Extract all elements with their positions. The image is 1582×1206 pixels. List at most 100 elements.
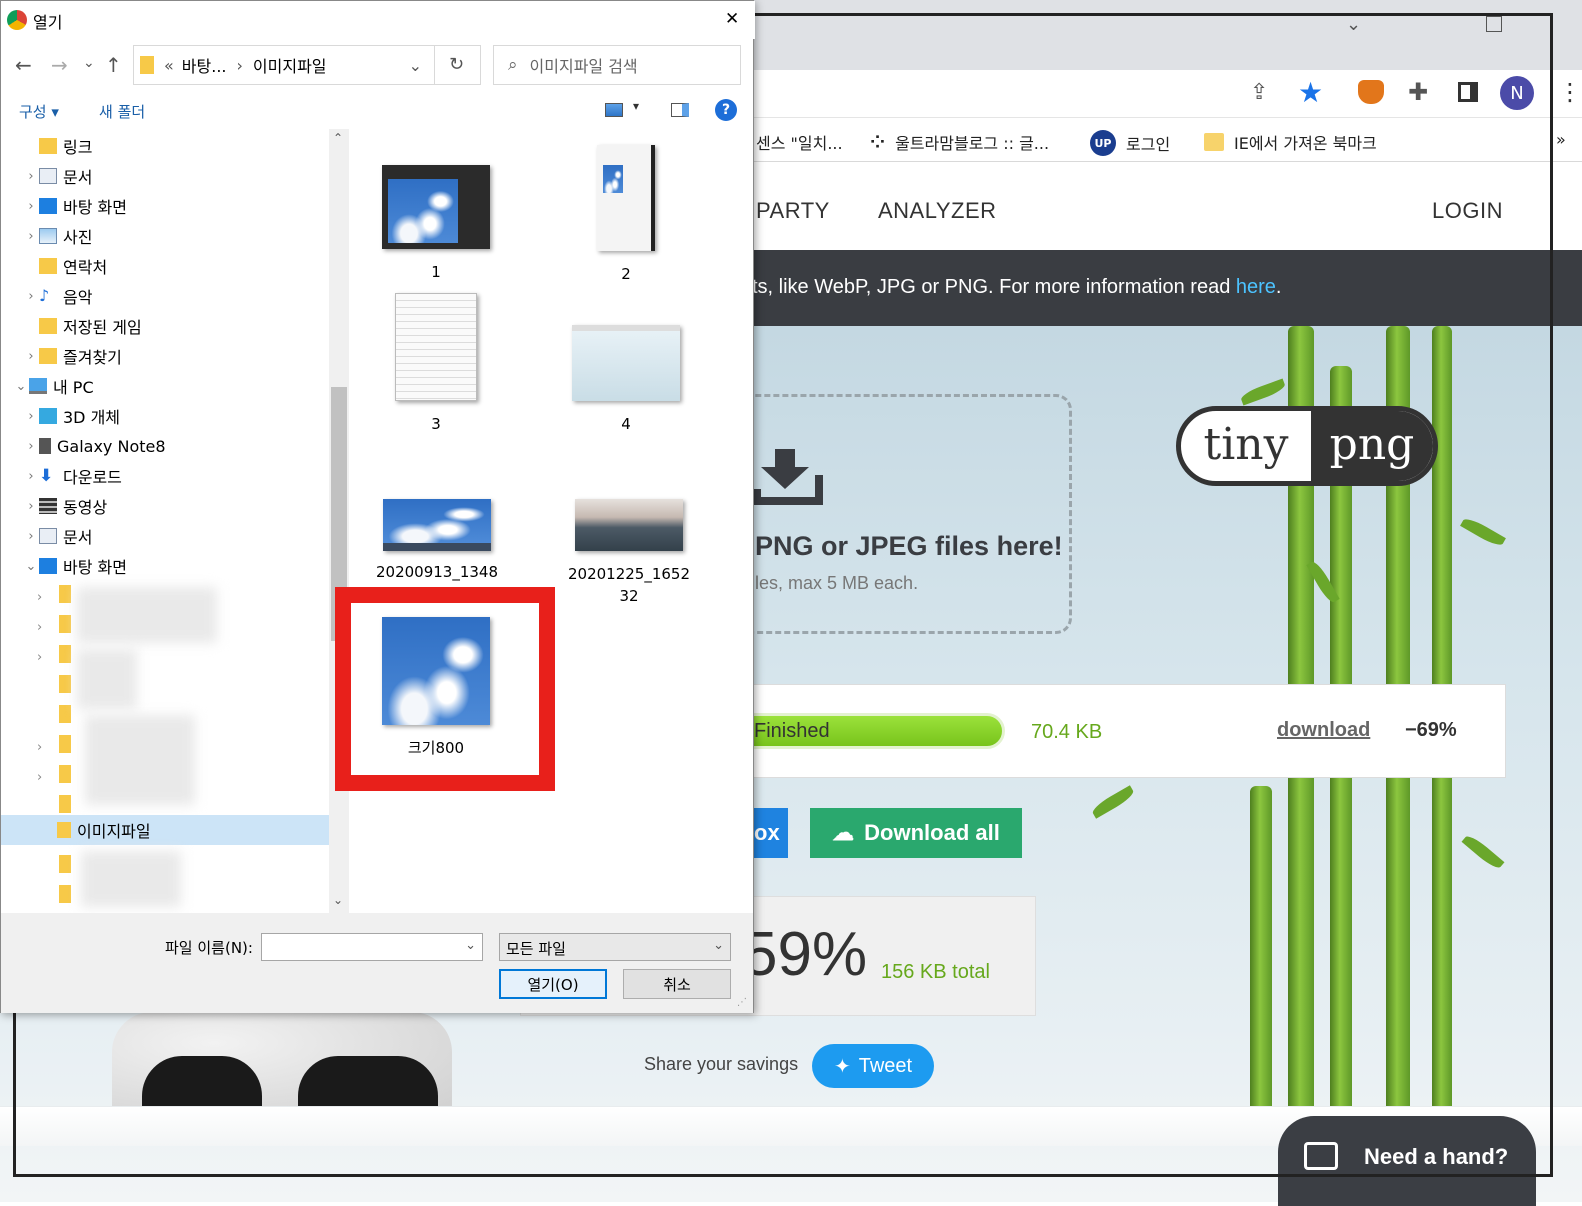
ultramom-icon: ⁘ xyxy=(870,131,886,153)
tree-item-videos[interactable]: › 동영상 xyxy=(1,491,329,521)
share-icon[interactable]: ⇪ xyxy=(1250,80,1268,105)
file-item[interactable]: 4 xyxy=(561,325,691,433)
metamask-icon[interactable] xyxy=(1358,80,1384,104)
tweet-button[interactable]: ✦ Tweet xyxy=(812,1044,934,1088)
tree-item-documents-2[interactable]: › 문서 xyxy=(1,521,329,551)
tree-item-label: 연락처 xyxy=(63,258,108,277)
expand-chevron-icon[interactable]: › xyxy=(23,289,39,304)
folder-icon xyxy=(57,822,71,838)
view-dropdown-icon[interactable]: ▾ xyxy=(633,99,639,113)
tree-item-music[interactable]: › ♪ 음악 xyxy=(1,281,329,311)
progress-bar: Finished xyxy=(721,713,1005,749)
address-bar[interactable]: « 바탕... › 이미지파일 ⌄ xyxy=(133,45,435,85)
expand-chevron-icon[interactable]: › xyxy=(23,229,39,244)
tree-item-pictures[interactable]: › 사진 xyxy=(1,221,329,251)
tree-item-downloads[interactable]: › ⬇ 다운로드 xyxy=(1,461,329,491)
preview-pane-icon[interactable] xyxy=(671,103,689,117)
file-item[interactable]: 20201225_1652 32 xyxy=(561,499,697,607)
bookmark-item[interactable]: UP 로그인 xyxy=(1090,130,1170,156)
tree-item-contacts[interactable]: 연락처 xyxy=(1,251,329,281)
tree-item-this-pc[interactable]: ⌄ 내 PC xyxy=(1,371,329,401)
breadcrumb-item[interactable]: 바탕... xyxy=(182,53,227,77)
star-icon[interactable]: ★ xyxy=(1298,76,1323,109)
dialog-titlebar: 열기 ✕ xyxy=(1,1,755,39)
login-link[interactable]: LOGIN xyxy=(1432,198,1503,224)
back-arrow-icon[interactable]: ← xyxy=(15,53,32,77)
cloud-download-icon: ☁ xyxy=(832,820,855,845)
maximize-icon[interactable] xyxy=(1486,16,1502,32)
link-folder-icon xyxy=(39,138,57,154)
nav-item-party[interactable]: PARTY xyxy=(756,198,830,224)
expand-chevron-icon[interactable]: › xyxy=(23,499,39,514)
up-arrow-icon[interactable]: ↑ xyxy=(105,53,122,77)
breadcrumb-item[interactable]: 이미지파일 xyxy=(253,53,327,77)
file-item[interactable]: 20200913_1348 xyxy=(371,499,503,581)
search-box[interactable]: ⌕ 이미지파일 검색 xyxy=(493,45,741,85)
breadcrumb-separator-icon: › xyxy=(236,55,243,75)
organize-menu[interactable]: 구성 ▾ xyxy=(19,101,59,122)
filetype-select[interactable]: 모든 파일 ⌄ xyxy=(499,933,731,961)
more-bookmarks-icon[interactable]: » xyxy=(1556,130,1566,149)
help-chat-button[interactable]: Need a hand? xyxy=(1278,1116,1536,1206)
forward-arrow-icon[interactable]: → xyxy=(51,53,68,77)
download-all-button[interactable]: ☁ Download all xyxy=(810,808,1022,858)
tree-item-desktop-2[interactable]: ⌄ 바탕 화면 xyxy=(1,551,329,581)
scroll-up-icon[interactable]: ⌃ xyxy=(333,131,343,145)
view-mode-icon[interactable] xyxy=(605,103,623,117)
expand-chevron-icon[interactable]: › xyxy=(23,169,39,184)
tree-item-galaxy-note8[interactable]: › Galaxy Note8 xyxy=(1,431,329,461)
address-dropdown-icon[interactable]: ⌄ xyxy=(409,56,422,75)
bookmark-item[interactable]: IE에서 가져온 북마크 xyxy=(1204,130,1377,154)
nav-item-analyzer[interactable]: ANALYZER xyxy=(878,198,997,224)
open-button[interactable]: 열기(O) xyxy=(499,969,607,999)
breadcrumb-prefix[interactable]: « xyxy=(164,56,174,75)
expand-chevron-icon[interactable]: › xyxy=(23,439,39,454)
tree-item-image-folder[interactable]: 이미지파일 xyxy=(1,815,329,845)
file-item[interactable]: 2 xyxy=(561,145,691,283)
filename-dropdown-icon[interactable]: ⌄ xyxy=(465,938,476,953)
extensions-icon[interactable]: ✚ xyxy=(1408,78,1428,106)
bookmark-item[interactable]: ⁘ 울트라맘블로그 :: 글... xyxy=(870,130,1049,154)
expand-chevron-icon[interactable]: › xyxy=(23,409,39,424)
search-icon: ⌕ xyxy=(508,55,518,75)
tree-item-label: 링크 xyxy=(63,138,93,157)
bookmark-item[interactable]: 센스 "일치... xyxy=(756,130,843,154)
filetype-dropdown-icon[interactable]: ⌄ xyxy=(713,938,724,953)
tree-scrollbar[interactable]: ⌃ ⌄ xyxy=(329,129,349,913)
tree-item-label: 동영상 xyxy=(63,498,108,517)
banner-link[interactable]: here xyxy=(1236,276,1276,298)
menu-icon[interactable]: ⋮ xyxy=(1558,78,1582,106)
expand-chevron-icon[interactable]: › xyxy=(23,199,39,214)
resize-grip-icon[interactable]: ⋰ xyxy=(737,997,747,1008)
tree-item-documents[interactable]: › 문서 xyxy=(1,161,329,191)
close-icon[interactable]: ✕ xyxy=(725,9,739,29)
help-icon[interactable]: ? xyxy=(715,99,737,121)
refresh-button[interactable]: ↻ xyxy=(435,45,481,85)
expand-chevron-icon[interactable]: ⌄ xyxy=(23,559,39,574)
new-folder-button[interactable]: 새 폴더 xyxy=(99,101,145,122)
tinypng-logo[interactable]: tiny png xyxy=(1176,406,1438,486)
tree-item-desktop[interactable]: › 바탕 화면 xyxy=(1,191,329,221)
side-panel-icon[interactable] xyxy=(1458,82,1478,102)
expand-chevron-icon[interactable]: ⌄ xyxy=(13,379,29,394)
tree-item-saved-games[interactable]: 저장된 게임 xyxy=(1,311,329,341)
file-item[interactable]: 3 xyxy=(371,293,501,433)
tree-item-label: 사진 xyxy=(63,228,93,247)
filename-input[interactable]: ⌄ xyxy=(261,933,483,961)
chevron-down-icon[interactable]: ⌄ xyxy=(1346,14,1361,35)
search-placeholder: 이미지파일 검색 xyxy=(529,57,638,76)
expand-chevron-icon[interactable]: › xyxy=(23,469,39,484)
expand-chevron-icon[interactable]: › xyxy=(23,529,39,544)
profile-avatar[interactable]: N xyxy=(1500,76,1534,110)
expand-chevron-icon[interactable]: › xyxy=(23,349,39,364)
tree-item-links[interactable]: 링크 xyxy=(1,131,329,161)
download-link[interactable]: download xyxy=(1277,719,1370,742)
tree-item-favorites[interactable]: › 즐겨찾기 xyxy=(1,341,329,371)
file-item[interactable]: 1 xyxy=(371,165,501,281)
scroll-down-icon[interactable]: ⌄ xyxy=(333,893,343,907)
tweet-label: Tweet xyxy=(858,1054,913,1077)
recent-dropdown-icon[interactable]: ⌄ xyxy=(83,55,95,71)
cancel-button[interactable]: 취소 xyxy=(623,969,731,999)
tree-item-3d-objects[interactable]: › 3D 개체 xyxy=(1,401,329,431)
tree-item-label: 문서 xyxy=(63,528,93,547)
